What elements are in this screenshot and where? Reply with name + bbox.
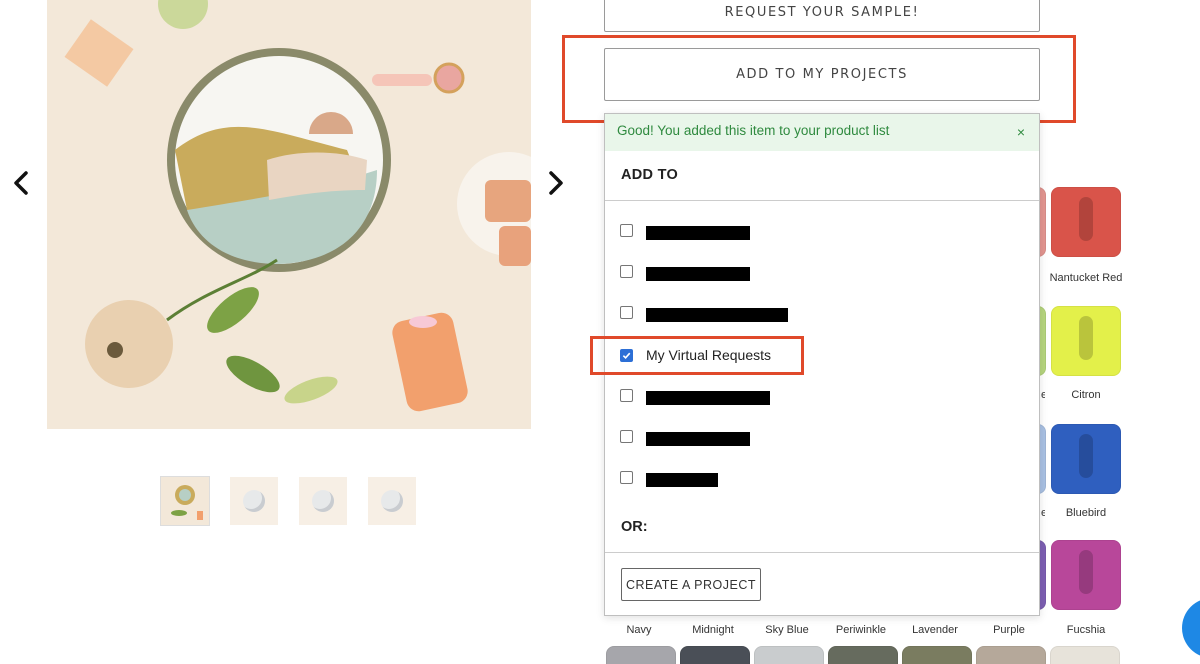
- color-swatch[interactable]: [828, 646, 898, 664]
- project-option[interactable]: [620, 220, 750, 240]
- project-checkbox[interactable]: [620, 264, 633, 278]
- or-heading: OR:: [621, 519, 648, 535]
- add-to-projects-button[interactable]: ADD TO MY PROJECTS: [604, 48, 1040, 101]
- redacted-project-name: [646, 220, 750, 240]
- redaction-bar: [646, 432, 750, 446]
- redaction-bar: [646, 473, 718, 487]
- project-option-label: My Virtual Requests: [646, 347, 772, 363]
- project-checkbox[interactable]: [620, 470, 633, 484]
- project-checkbox[interactable]: [620, 348, 633, 362]
- thumbnail-strip: [160, 476, 416, 526]
- color-swatch[interactable]: [1051, 540, 1121, 610]
- swatch-label: Bluebird: [1065, 507, 1107, 519]
- add-to-heading: ADD TO: [621, 167, 679, 183]
- zipper-pull-graphic: [1079, 316, 1093, 360]
- project-checkbox[interactable]: [620, 223, 633, 237]
- product-image: [47, 0, 531, 429]
- request-sample-button[interactable]: REQUEST YOUR SAMPLE!: [604, 0, 1040, 32]
- color-swatch[interactable]: [1050, 646, 1120, 664]
- swatch-label: Fucshia: [1066, 624, 1106, 636]
- redaction-bar: [646, 226, 750, 240]
- prev-image-button[interactable]: [6, 166, 36, 200]
- thumbnail-1[interactable]: [160, 476, 210, 526]
- color-swatch[interactable]: [1051, 306, 1121, 376]
- color-swatch[interactable]: [1051, 187, 1121, 257]
- project-checkbox[interactable]: [620, 305, 633, 319]
- thumbnail-image: [381, 490, 403, 512]
- color-swatch[interactable]: [1051, 424, 1121, 494]
- thumbnail-2[interactable]: [230, 477, 278, 525]
- product-photo: [47, 0, 531, 429]
- color-swatch[interactable]: [976, 646, 1046, 664]
- color-swatch[interactable]: [606, 646, 676, 664]
- project-option[interactable]: [620, 261, 750, 281]
- color-swatch[interactable]: [902, 646, 972, 664]
- success-alert-text: Good! You added this item to your produc…: [617, 123, 890, 138]
- swatch-label: Purple: [993, 624, 1025, 636]
- redaction-bar: [646, 267, 750, 281]
- swatch-label: Nantucket Red: [1049, 272, 1123, 284]
- thumbnail-3[interactable]: [299, 477, 347, 525]
- create-project-button[interactable]: CREATE A PROJECT: [621, 568, 761, 601]
- checkmark-icon: [622, 352, 631, 359]
- project-option[interactable]: My Virtual Requests: [620, 345, 771, 365]
- thumbnail-image: [161, 477, 209, 525]
- swatch-label: Citron: [1071, 389, 1101, 401]
- project-option[interactable]: [620, 385, 770, 405]
- zipper-pull-graphic: [1079, 550, 1093, 594]
- thumbnail-4[interactable]: [368, 477, 416, 525]
- color-swatch[interactable]: [754, 646, 824, 664]
- redaction-bar: [646, 391, 770, 405]
- thumbnail-image: [312, 490, 334, 512]
- thumbnail-image: [243, 490, 265, 512]
- project-option[interactable]: [620, 467, 718, 487]
- redacted-project-name: [646, 385, 770, 405]
- divider: [605, 552, 1039, 553]
- close-icon[interactable]: ×: [1017, 124, 1025, 140]
- redacted-project-name: [646, 261, 750, 281]
- swatch-label: e: [1041, 507, 1045, 519]
- project-checkbox[interactable]: [620, 429, 633, 443]
- redacted-project-name: [646, 302, 788, 322]
- next-image-button[interactable]: [541, 166, 571, 200]
- color-swatch[interactable]: [680, 646, 750, 664]
- chevron-left-icon: [14, 171, 28, 195]
- chat-button[interactable]: [1182, 598, 1200, 658]
- swatch-label: e: [1041, 389, 1045, 401]
- project-option[interactable]: [620, 426, 750, 446]
- project-checkbox[interactable]: [620, 388, 633, 402]
- redacted-project-name: [646, 426, 750, 446]
- divider: [605, 200, 1039, 201]
- zipper-pull-graphic: [1079, 197, 1093, 241]
- redaction-bar: [646, 308, 788, 322]
- chevron-right-icon: [549, 171, 563, 195]
- add-to-project-popup: Good! You added this item to your produc…: [604, 113, 1040, 616]
- project-option[interactable]: [620, 302, 788, 322]
- redacted-project-name: [646, 467, 718, 487]
- success-alert: Good! You added this item to your produc…: [605, 114, 1039, 151]
- zipper-pull-graphic: [1079, 434, 1093, 478]
